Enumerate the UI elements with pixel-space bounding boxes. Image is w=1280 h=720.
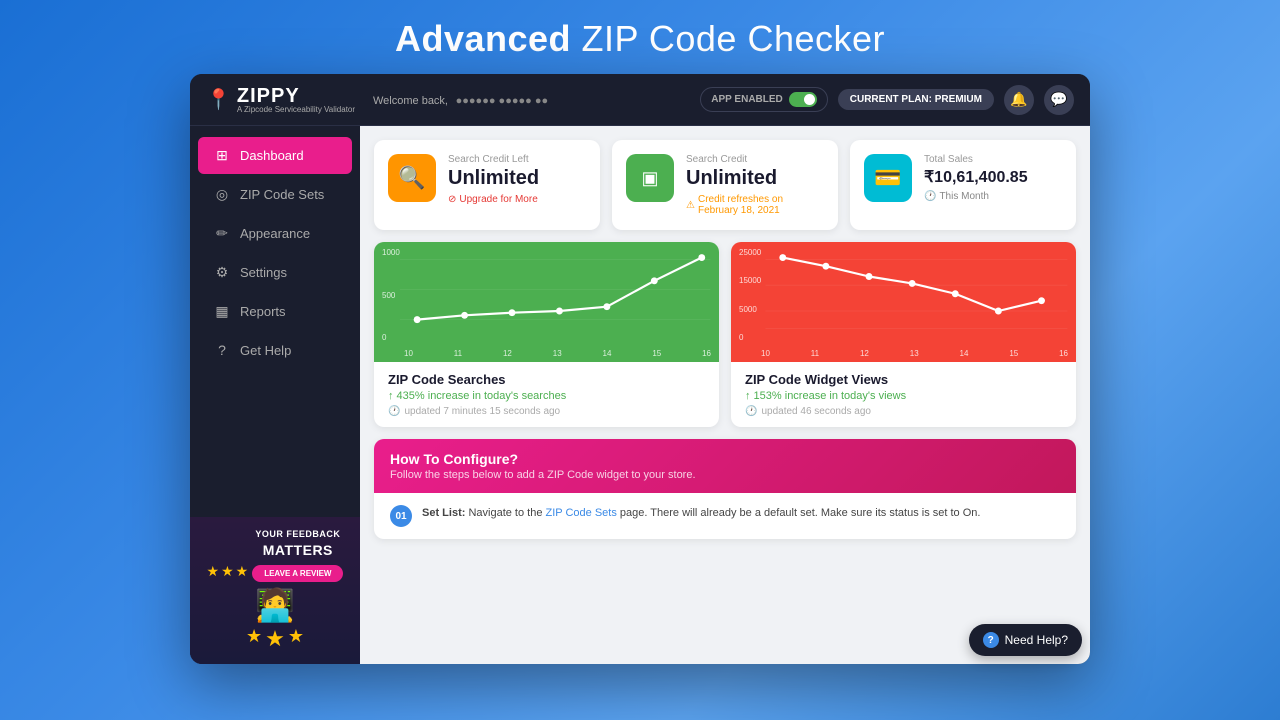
logo-text-group: ZIPPY A Zipcode Serviceability Validator xyxy=(237,85,355,114)
plan-value: PREMIUM xyxy=(935,94,982,105)
logo-area: 📍 ZIPPY A Zipcode Serviceability Validat… xyxy=(206,85,361,114)
sidebar-item-settings[interactable]: ⚙ Settings xyxy=(198,254,352,291)
chart-svg-searches xyxy=(374,242,719,346)
chart-area-views: 25000 15000 5000 0 xyxy=(731,242,1076,362)
chart-x-labels-views: 10 11 12 13 14 15 16 xyxy=(761,349,1068,358)
need-help-icon: ? xyxy=(983,632,999,648)
sidebar-item-zip-code-sets[interactable]: ◎ ZIP Code Sets xyxy=(198,176,352,213)
zip-code-sets-link[interactable]: ZIP Code Sets xyxy=(546,507,617,519)
feedback-person-icon: 🧑‍💻 xyxy=(255,586,295,624)
step-1-num: 01 xyxy=(390,505,412,527)
reports-icon: ▦ xyxy=(214,303,230,320)
sidebar-label-settings: Settings xyxy=(240,265,287,280)
chart-info-searches: ZIP Code Searches ↑ 435% increase in tod… xyxy=(374,362,719,427)
configure-card: How To Configure? Follow the steps below… xyxy=(374,439,1076,539)
search-credit-label: Search Credit xyxy=(686,154,824,165)
stat-card-search-credit: ▣ Search Credit Unlimited ⚠ Credit refre… xyxy=(612,140,838,230)
message-icon[interactable]: 💬 xyxy=(1044,85,1074,115)
stat-info-search-credit-left: Search Credit Left Unlimited ⊘ Upgrade f… xyxy=(448,154,586,205)
main-layout: ⊞ Dashboard ◎ ZIP Code Sets ✏ Appearance… xyxy=(190,126,1090,664)
page-header: Advanced ZIP Code Checker xyxy=(395,0,885,74)
appearance-icon: ✏ xyxy=(214,225,230,242)
sidebar: ⊞ Dashboard ◎ ZIP Code Sets ✏ Appearance… xyxy=(190,126,360,664)
plan-badge: CURRENT PLAN: PREMIUM xyxy=(838,89,994,110)
chart-stat-searches: ↑ 435% increase in today's searches xyxy=(388,390,705,402)
stat-card-search-credit-left: 🔍 Search Credit Left Unlimited ⊘ Upgrade… xyxy=(374,140,600,230)
settings-icon: ⚙ xyxy=(214,264,230,281)
sidebar-item-get-help[interactable]: ? Get Help xyxy=(198,332,352,368)
chart-updated-views: 🕐 updated 46 seconds ago xyxy=(745,406,1062,417)
search-credit-value: Unlimited xyxy=(686,167,824,190)
sidebar-item-reports[interactable]: ▦ Reports xyxy=(198,293,352,330)
configure-title: How To Configure? xyxy=(390,451,1060,467)
app-toggle[interactable] xyxy=(789,92,817,107)
feedback-section: ★ ★ ★ YOUR FEEDBACK MATTERS LEAVE A REVI… xyxy=(190,517,360,664)
chart-updated-searches: 🕐 updated 7 minutes 15 seconds ago xyxy=(388,406,705,417)
stat-info-total-sales: Total Sales ₹10,61,400.85 🕐 This Month xyxy=(924,154,1062,202)
welcome-text: Welcome back, ●●●●●● ●●●●● ●● xyxy=(373,92,688,107)
main-content: 🔍 Search Credit Left Unlimited ⊘ Upgrade… xyxy=(360,126,1090,664)
search-credit-icon: ▣ xyxy=(626,154,674,202)
feedback-text-group: YOUR FEEDBACK MATTERS LEAVE A REVIEW xyxy=(252,529,343,582)
sidebar-item-appearance[interactable]: ✏ Appearance xyxy=(198,215,352,252)
stat-cards: 🔍 Search Credit Left Unlimited ⊘ Upgrade… xyxy=(374,140,1076,230)
total-sales-icon: 💳 xyxy=(864,154,912,202)
chart-title-searches: ZIP Code Searches xyxy=(388,372,705,387)
logo-sub: A Zipcode Serviceability Validator xyxy=(237,106,355,114)
sidebar-label-zip-code-sets: ZIP Code Sets xyxy=(240,187,324,202)
sidebar-label-get-help: Get Help xyxy=(240,343,291,358)
chart-svg-views xyxy=(731,242,1076,346)
search-credit-left-value: Unlimited xyxy=(448,167,586,190)
charts-row: 1000 500 0 xyxy=(374,242,1076,427)
search-credit-left-sub: ⊘ Upgrade for More xyxy=(448,194,586,205)
total-sales-label: Total Sales xyxy=(924,154,1062,165)
logo-icon: 📍 xyxy=(206,87,231,112)
stat-info-search-credit: Search Credit Unlimited ⚠ Credit refresh… xyxy=(686,154,824,216)
notification-icon[interactable]: 🔔 xyxy=(1004,85,1034,115)
configure-subtitle: Follow the steps below to add a ZIP Code… xyxy=(390,469,1060,481)
title-bold: Advanced xyxy=(395,18,571,59)
feedback-matters: MATTERS xyxy=(263,542,333,558)
top-controls: APP ENABLED CURRENT PLAN: PREMIUM 🔔 💬 xyxy=(700,85,1074,115)
zip-code-sets-icon: ◎ xyxy=(214,186,230,203)
chart-card-views: 25000 15000 5000 0 xyxy=(731,242,1076,427)
feedback-illustration: ★ ★ ★ xyxy=(207,564,249,582)
configure-step-1: 01 Set List: Navigate to the ZIP Code Se… xyxy=(390,505,1060,527)
leave-review-button[interactable]: LEAVE A REVIEW xyxy=(252,565,343,582)
need-help-label: Need Help? xyxy=(1005,633,1068,647)
top-bar: 📍 ZIPPY A Zipcode Serviceability Validat… xyxy=(190,74,1090,126)
app-enabled-badge[interactable]: APP ENABLED xyxy=(700,87,828,112)
stat-card-total-sales: 💳 Total Sales ₹10,61,400.85 🕐 This Month xyxy=(850,140,1076,230)
sidebar-label-appearance: Appearance xyxy=(240,226,310,241)
app-enabled-label: APP ENABLED xyxy=(711,94,783,105)
chart-stat-views: ↑ 153% increase in today's views xyxy=(745,390,1062,402)
total-sales-value: ₹10,61,400.85 xyxy=(924,167,1062,187)
sidebar-label-dashboard: Dashboard xyxy=(240,148,304,163)
chart-info-views: ZIP Code Widget Views ↑ 153% increase in… xyxy=(731,362,1076,427)
sidebar-item-dashboard[interactable]: ⊞ Dashboard xyxy=(198,137,352,174)
app-window: 📍 ZIPPY A Zipcode Serviceability Validat… xyxy=(190,74,1090,664)
chart-area-searches: 1000 500 0 xyxy=(374,242,719,362)
dashboard-icon: ⊞ xyxy=(214,147,230,164)
search-credit-left-icon: 🔍 xyxy=(388,154,436,202)
need-help-button[interactable]: ? Need Help? xyxy=(969,624,1082,656)
search-credit-sub: ⚠ Credit refreshes on February 18, 2021 xyxy=(686,194,824,216)
chart-card-searches: 1000 500 0 xyxy=(374,242,719,427)
title-normal: ZIP Code Checker xyxy=(571,18,885,59)
get-help-icon: ? xyxy=(214,342,230,358)
sidebar-label-reports: Reports xyxy=(240,304,286,319)
total-sales-sub: 🕐 This Month xyxy=(924,191,1062,202)
chart-x-labels-searches: 10 11 12 13 14 15 16 xyxy=(404,349,711,358)
feedback-title: YOUR FEEDBACK MATTERS xyxy=(252,529,343,559)
configure-steps: 01 Set List: Navigate to the ZIP Code Se… xyxy=(374,493,1076,539)
chart-title-views: ZIP Code Widget Views xyxy=(745,372,1062,387)
configure-header: How To Configure? Follow the steps below… xyxy=(374,439,1076,493)
search-credit-left-label: Search Credit Left xyxy=(448,154,586,165)
step-1-text: Set List: Navigate to the ZIP Code Sets … xyxy=(422,505,980,522)
